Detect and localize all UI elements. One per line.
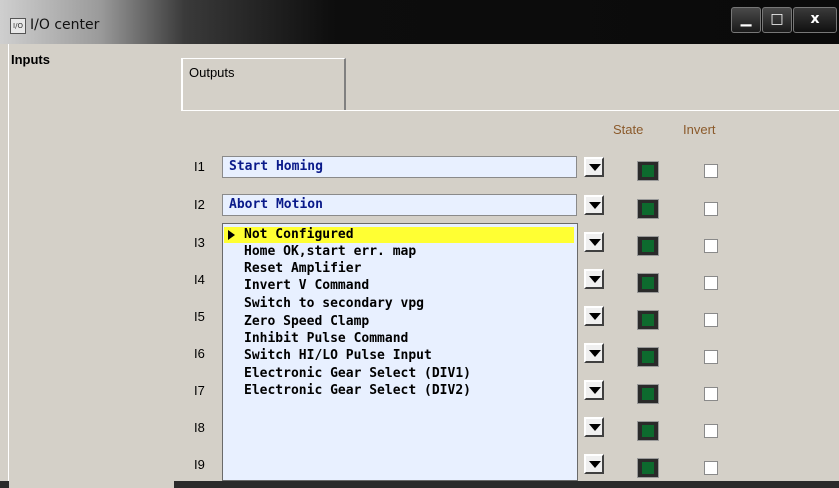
invert-column-header: Invert	[683, 122, 716, 137]
app-icon: I/O	[10, 18, 26, 34]
dropdown-arrow-icon[interactable]	[584, 306, 604, 326]
input-row-label: I4	[194, 272, 205, 287]
window-controls: ▁ □ x	[730, 7, 837, 33]
minimize-button[interactable]: ▁	[731, 7, 761, 33]
dropdown-option[interactable]: Switch to secondary vpg	[224, 296, 574, 312]
dropdown-arrow-icon[interactable]	[584, 380, 604, 400]
dropdown-option-label: Not Configured	[244, 227, 354, 242]
tab-outputs[interactable]: Outputs	[181, 58, 346, 111]
function-dropdown-list[interactable]: Not Configured Home OK,start err. map Re…	[222, 223, 578, 481]
input-function-select[interactable]: Start Homing	[222, 156, 577, 178]
state-indicator-icon	[637, 384, 659, 404]
input-row-label: I1	[194, 159, 205, 174]
tab-outputs-label: Outputs	[189, 65, 235, 80]
dropdown-arrow-icon[interactable]	[584, 195, 604, 215]
state-indicator-icon	[637, 273, 659, 293]
dropdown-arrow-icon[interactable]	[584, 343, 604, 363]
dropdown-arrow-icon[interactable]	[584, 417, 604, 437]
dropdown-option[interactable]: Invert V Command	[224, 278, 574, 294]
input-row-label: I5	[194, 309, 205, 324]
dropdown-option[interactable]: Zero Speed Clamp	[224, 314, 574, 330]
dropdown-option[interactable]: Electronic Gear Select (DIV1)	[224, 366, 574, 382]
dropdown-option[interactable]: Electronic Gear Select (DIV2)	[224, 383, 574, 399]
input-row-label: I3	[194, 235, 205, 250]
invert-checkbox[interactable]	[704, 313, 718, 327]
maximize-button[interactable]: □	[762, 7, 792, 33]
invert-checkbox[interactable]	[704, 387, 718, 401]
state-indicator-icon	[637, 161, 659, 181]
tab-inputs[interactable]: Inputs	[9, 48, 174, 488]
input-row-label: I2	[194, 197, 205, 212]
tab-inputs-label: Inputs	[11, 52, 50, 67]
input-row-label: I9	[194, 457, 205, 472]
invert-checkbox[interactable]	[704, 424, 718, 438]
dropdown-option-selected[interactable]: Not Configured	[224, 227, 574, 243]
client-area: Inputs Outputs State Invert I1 Start Hom…	[8, 44, 839, 488]
invert-checkbox[interactable]	[704, 276, 718, 290]
state-indicator-icon	[637, 347, 659, 367]
dropdown-arrow-icon[interactable]	[584, 157, 604, 177]
invert-checkbox[interactable]	[704, 461, 718, 475]
invert-checkbox[interactable]	[704, 164, 718, 178]
state-indicator-icon	[637, 458, 659, 478]
input-row-label: I8	[194, 420, 205, 435]
dropdown-option[interactable]: Inhibit Pulse Command	[224, 331, 574, 347]
close-button[interactable]: x	[793, 7, 837, 33]
dropdown-arrow-icon[interactable]	[584, 454, 604, 474]
state-indicator-icon	[637, 421, 659, 441]
dropdown-option[interactable]: Home OK,start err. map	[224, 244, 574, 260]
state-indicator-icon	[637, 310, 659, 330]
state-column-header: State	[613, 122, 644, 137]
invert-checkbox[interactable]	[704, 202, 718, 216]
dropdown-option[interactable]: Switch HI/LO Pulse Input	[224, 348, 574, 364]
dropdown-arrow-icon[interactable]	[584, 232, 604, 252]
title-bar[interactable]: I/O I/O center ▁ □ x	[0, 0, 839, 44]
io-center-window: I/O I/O center ▁ □ x Inputs Outputs Stat…	[0, 0, 839, 488]
input-function-select[interactable]: Abort Motion	[222, 194, 577, 216]
input-row-label: I6	[194, 346, 205, 361]
dropdown-option[interactable]: Reset Amplifier	[224, 261, 574, 277]
invert-checkbox[interactable]	[704, 350, 718, 364]
dropdown-arrow-icon[interactable]	[584, 269, 604, 289]
window-title: I/O center	[30, 17, 100, 33]
state-indicator-icon	[637, 199, 659, 219]
input-row-label: I7	[194, 383, 205, 398]
tab-divider	[181, 110, 839, 111]
state-indicator-icon	[637, 236, 659, 256]
invert-checkbox[interactable]	[704, 239, 718, 253]
selection-pointer-icon	[228, 230, 235, 240]
